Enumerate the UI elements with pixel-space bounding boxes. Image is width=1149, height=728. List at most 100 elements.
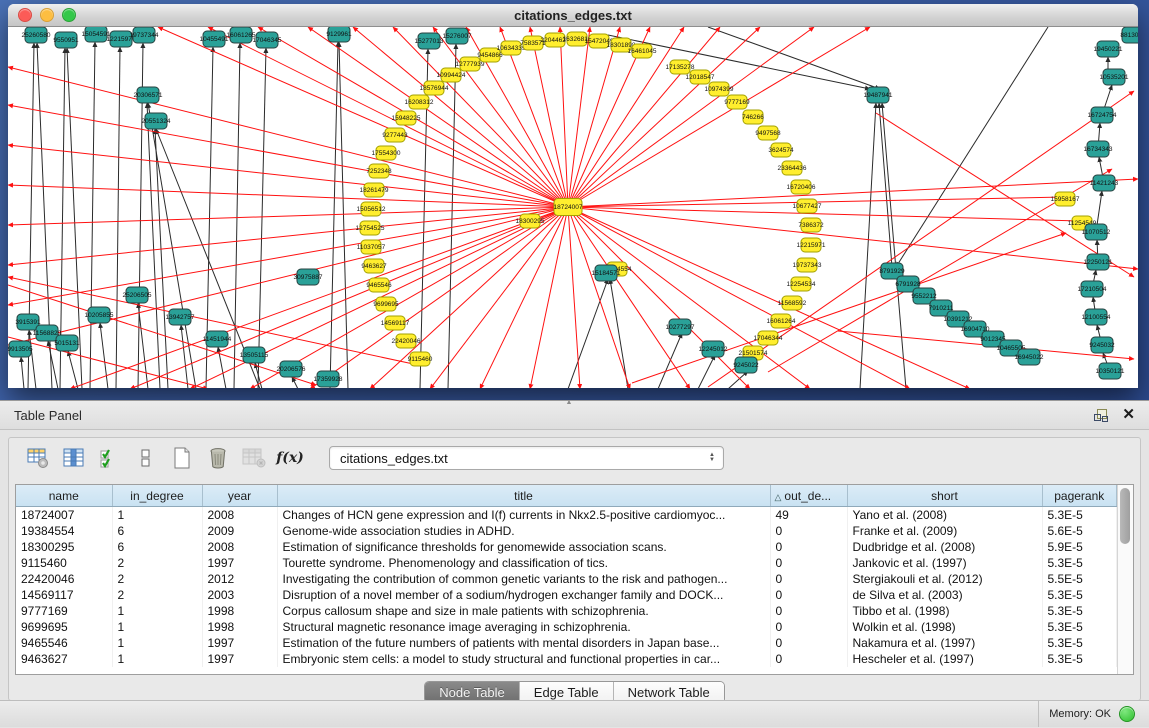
table-cell[interactable]: 5.6E-5	[1042, 523, 1117, 539]
table-cell[interactable]: de Silva et al. (2003)	[847, 587, 1042, 603]
table-cell[interactable]: Genome-wide association studies in ADHD.	[277, 523, 770, 539]
table-cell[interactable]: 0	[770, 619, 847, 635]
table-cell[interactable]: Yano et al. (2008)	[847, 507, 1042, 524]
show-columns-button[interactable]	[59, 443, 89, 473]
network-canvas[interactable]: 1872400718300295193845549115460224200461…	[8, 27, 1138, 388]
table-cell[interactable]: 5.3E-5	[1042, 635, 1117, 651]
table-selector-dropdown[interactable]: citations_edges.txt ▲▼	[329, 446, 724, 470]
table-cell[interactable]: 9115460	[16, 555, 112, 571]
table-cell[interactable]: 49	[770, 507, 847, 524]
table-cell[interactable]: Embryonic stem cells: a model to study s…	[277, 651, 770, 667]
table-cell[interactable]: Nakamura et al. (1997)	[847, 635, 1042, 651]
table-cell[interactable]: 1998	[202, 603, 277, 619]
table-cell[interactable]: 0	[770, 571, 847, 587]
table-cell[interactable]: 2008	[202, 539, 277, 555]
table-cell[interactable]: Jankovic et al. (1997)	[847, 555, 1042, 571]
column-header-title[interactable]: title	[277, 485, 770, 507]
table-cell[interactable]: 0	[770, 603, 847, 619]
table-cell[interactable]: Dudbridge et al. (2008)	[847, 539, 1042, 555]
table-cell[interactable]: 9465546	[16, 635, 112, 651]
function-builder-button[interactable]: f(x)	[275, 443, 305, 473]
window-titlebar[interactable]: citations_edges.txt	[8, 4, 1138, 27]
table-cell[interactable]: 18724007	[16, 507, 112, 524]
table-cell[interactable]: 1	[112, 619, 202, 635]
table-cell[interactable]: 0	[770, 587, 847, 603]
table-cell[interactable]: 1	[112, 603, 202, 619]
table-cell[interactable]: 5.9E-5	[1042, 539, 1117, 555]
table-cell[interactable]: 2012	[202, 571, 277, 587]
table-cell[interactable]: Tibbo et al. (1998)	[847, 603, 1042, 619]
table-cell[interactable]: 5.3E-5	[1042, 651, 1117, 667]
table-cell[interactable]: 22420046	[16, 571, 112, 587]
table-cell[interactable]: Stergiakouli et al. (2012)	[847, 571, 1042, 587]
table-cell[interactable]: 14569117	[16, 587, 112, 603]
table-cell[interactable]: Disruption of a novel member of a sodium…	[277, 587, 770, 603]
table-cell[interactable]: 2009	[202, 523, 277, 539]
table-cell[interactable]: 1997	[202, 555, 277, 571]
table-cell[interactable]: 5.3E-5	[1042, 603, 1117, 619]
new-table-button[interactable]	[167, 443, 197, 473]
table-cell[interactable]: 0	[770, 523, 847, 539]
select-all-rows-button[interactable]	[95, 443, 125, 473]
table-cell[interactable]: Investigating the contribution of common…	[277, 571, 770, 587]
table-cell[interactable]: 6	[112, 539, 202, 555]
column-header-short[interactable]: short	[847, 485, 1042, 507]
table-row[interactable]: 977716911998Corpus callosum shape and si…	[16, 603, 1117, 619]
table-cell[interactable]: 1998	[202, 619, 277, 635]
table-cell[interactable]: 1997	[202, 651, 277, 667]
table-cell[interactable]: 9699695	[16, 619, 112, 635]
table-cell[interactable]: 5.3E-5	[1042, 555, 1117, 571]
column-header-in-degree[interactable]: in_degree	[112, 485, 202, 507]
table-row[interactable]: 946362711997Embryonic stem cells: a mode…	[16, 651, 1117, 667]
table-cell[interactable]: 9463627	[16, 651, 112, 667]
vertical-scrollbar[interactable]	[1117, 485, 1133, 674]
zoom-window-button[interactable]	[62, 8, 76, 22]
table-cell[interactable]: Structural magnetic resonance image aver…	[277, 619, 770, 635]
table-cell[interactable]: 5.3E-5	[1042, 619, 1117, 635]
table-cell[interactable]: 2008	[202, 507, 277, 524]
table-cell[interactable]: Wolkin et al. (1998)	[847, 619, 1042, 635]
splitter-handle[interactable]: ▲	[562, 400, 576, 406]
column-header-year[interactable]: year	[202, 485, 277, 507]
table-cell[interactable]: 0	[770, 555, 847, 571]
table-row[interactable]: 1456911722003Disruption of a novel membe…	[16, 587, 1117, 603]
table-cell[interactable]: 19384554	[16, 523, 112, 539]
scrollbar-thumb[interactable]	[1120, 488, 1130, 544]
column-header-name[interactable]: name	[16, 485, 112, 507]
table-cell[interactable]: 2	[112, 587, 202, 603]
table-cell[interactable]: Estimation of significance thresholds fo…	[277, 539, 770, 555]
delete-trash-button[interactable]	[203, 443, 233, 473]
close-panel-icon[interactable]: ✕	[1122, 408, 1135, 422]
table-cell[interactable]: 5.5E-5	[1042, 571, 1117, 587]
table-row[interactable]: 1872400712008Changes of HCN gene express…	[16, 507, 1117, 524]
table-cell[interactable]: 5.3E-5	[1042, 587, 1117, 603]
minimize-window-button[interactable]	[40, 8, 54, 22]
table-cell[interactable]: 5.3E-5	[1042, 507, 1117, 524]
table-cell[interactable]: 2003	[202, 587, 277, 603]
table-cell[interactable]: 0	[770, 651, 847, 667]
table-cell[interactable]: 0	[770, 539, 847, 555]
table-cell[interactable]: 0	[770, 635, 847, 651]
table-cell[interactable]: Changes of HCN gene expression and I(f) …	[277, 507, 770, 524]
table-cell[interactable]: 1997	[202, 635, 277, 651]
table-cell[interactable]: 9777169	[16, 603, 112, 619]
table-row[interactable]: 1830029562008Estimation of significance …	[16, 539, 1117, 555]
table-cell[interactable]: 1	[112, 651, 202, 667]
table-cell[interactable]: Hescheler et al. (1997)	[847, 651, 1042, 667]
table-row[interactable]: 2242004622012Investigating the contribut…	[16, 571, 1117, 587]
table-row[interactable]: 1938455462009Genome-wide association stu…	[16, 523, 1117, 539]
table-cell[interactable]: 1	[112, 635, 202, 651]
close-window-button[interactable]	[18, 8, 32, 22]
table-cell[interactable]: 18300295	[16, 539, 112, 555]
column-header-pagerank[interactable]: pagerank	[1042, 485, 1117, 507]
table-cell[interactable]: Franke et al. (2009)	[847, 523, 1042, 539]
table-cell[interactable]: Tourette syndrome. Phenomenology and cla…	[277, 555, 770, 571]
table-cell[interactable]: 2	[112, 571, 202, 587]
table-settings-button[interactable]	[23, 443, 53, 473]
table-cell[interactable]: 1	[112, 507, 202, 524]
table-row[interactable]: 969969511998Structural magnetic resonanc…	[16, 619, 1117, 635]
row-selection-mode-button[interactable]	[131, 443, 161, 473]
table-cell[interactable]: 2	[112, 555, 202, 571]
table-row[interactable]: 946554611997Estimation of the future num…	[16, 635, 1117, 651]
table-row[interactable]: 911546021997Tourette syndrome. Phenomeno…	[16, 555, 1117, 571]
